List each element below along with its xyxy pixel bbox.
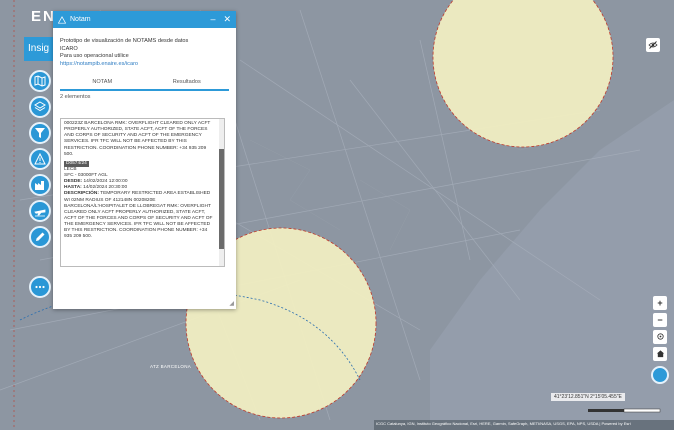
desde-label: DESDE: bbox=[64, 179, 83, 185]
locate-button[interactable] bbox=[653, 330, 667, 344]
zoom-in-button[interactable]: + bbox=[653, 296, 667, 310]
intro-line: ICARO bbox=[60, 45, 78, 52]
app-window: EN Insig Notam – ✕ Prototipo de visualiz… bbox=[0, 0, 674, 430]
hasta-label: HASTA: bbox=[64, 185, 82, 191]
dialog-tabs: NOTAM Resultados bbox=[60, 76, 230, 92]
results-list[interactable]: 000223Z BARCELONA RMK: OVERFLIGHT CLEARE… bbox=[60, 118, 225, 267]
close-button[interactable]: ✕ bbox=[223, 15, 231, 24]
results-count: 2 elementos bbox=[60, 94, 91, 101]
map-icon bbox=[34, 75, 46, 87]
zoom-out-button[interactable]: − bbox=[653, 313, 667, 327]
facilities-button[interactable] bbox=[29, 174, 51, 196]
basemap-button[interactable] bbox=[651, 366, 669, 384]
minimize-button[interactable]: – bbox=[210, 15, 215, 24]
locate-icon bbox=[656, 333, 664, 340]
notam-warning-button[interactable] bbox=[29, 148, 51, 170]
map-place-label: ATZ BARCELONA bbox=[150, 364, 192, 369]
draw-button[interactable] bbox=[29, 226, 51, 248]
intro-line: Para uso operacional utilice bbox=[60, 53, 129, 60]
warning-icon bbox=[58, 15, 66, 24]
filter-button[interactable] bbox=[29, 122, 51, 144]
airplane-icon bbox=[34, 209, 46, 217]
results-scrollbar[interactable] bbox=[219, 119, 224, 266]
factory-icon bbox=[35, 181, 44, 190]
coordinates-readout: 41°23'12.851"N 2°15'05.455"E bbox=[551, 393, 625, 401]
tab-resultados[interactable]: Resultados bbox=[145, 76, 230, 89]
dialog-intro: Prototipo de visualización de NOTAMS des… bbox=[60, 38, 229, 68]
dialog-title: Notam bbox=[70, 16, 91, 23]
airport-button[interactable] bbox=[29, 200, 51, 222]
hasta-value: 14/02/2024 20:30:00 bbox=[83, 185, 128, 191]
pencil-icon bbox=[36, 232, 45, 241]
desde-value: 14/02/2024 12:00:00 bbox=[83, 179, 128, 185]
warning-icon bbox=[34, 153, 46, 165]
icaro-link[interactable]: https://notampib.enaire.es/icaro bbox=[60, 61, 229, 69]
map-attribution: ICGC Catalunya, IGN, Instituto Geográfic… bbox=[374, 420, 674, 430]
scrollbar-thumb[interactable] bbox=[219, 149, 224, 249]
filter-icon bbox=[35, 128, 45, 138]
dialog-header[interactable]: Notam – ✕ bbox=[53, 11, 236, 28]
tab-notam[interactable]: NOTAM bbox=[60, 76, 145, 89]
eye-slash-icon bbox=[648, 41, 658, 49]
notam-text: 000223Z BARCELONA RMK: OVERFLIGHT CLEARE… bbox=[64, 121, 211, 157]
insignia-button[interactable]: Insig bbox=[24, 37, 56, 61]
home-button[interactable] bbox=[653, 347, 667, 361]
home-icon bbox=[656, 350, 664, 358]
intro-line: Prototipo de visualización de NOTAMS des… bbox=[60, 38, 189, 44]
more-icon bbox=[35, 285, 45, 289]
layers-icon bbox=[34, 101, 46, 112]
notam-dialog: Notam – ✕ Prototipo de visualización de … bbox=[53, 11, 236, 309]
resize-handle-icon[interactable]: ◢ bbox=[229, 300, 234, 307]
scale-bar bbox=[588, 408, 661, 413]
more-button[interactable] bbox=[29, 276, 51, 298]
description-label: DESCRIPCIÓN: bbox=[64, 191, 99, 197]
description-value: TEMPORARY RESTRICTED AREA ESTABLISHED WI… bbox=[64, 191, 213, 240]
layers-button[interactable] bbox=[29, 96, 51, 118]
map-tool-button[interactable] bbox=[29, 70, 51, 92]
visibility-toggle-button[interactable] bbox=[646, 38, 660, 52]
notam-id-badge[interactable]: D0574/24 bbox=[64, 160, 89, 167]
